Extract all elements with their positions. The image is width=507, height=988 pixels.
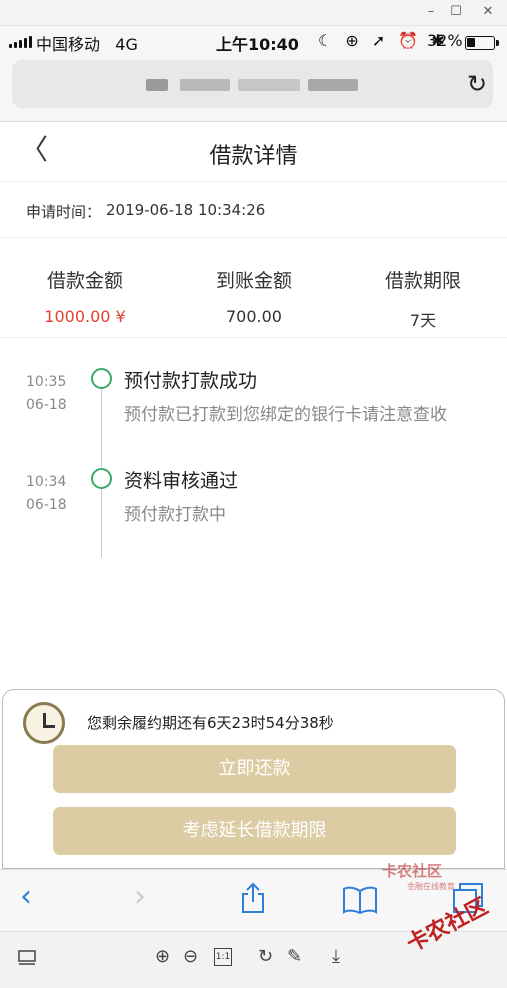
- timeline-date: 06-18: [26, 497, 67, 513]
- repayment-panel: 您剩余履约期还有6天23时54分38秒 立即还款 考虑延长借款期限: [2, 689, 505, 869]
- blurred-url-segment: [308, 79, 358, 91]
- battery-icon: [465, 36, 499, 50]
- bookmarks-icon[interactable]: [342, 886, 378, 914]
- sidebar-icon[interactable]: [18, 950, 36, 966]
- pencil-icon[interactable]: ✎: [287, 946, 302, 968]
- loan-amount: 借款金额 1000.00 ¥: [5, 266, 165, 326]
- zoom-out-icon[interactable]: ⊖: [183, 946, 198, 968]
- status-time: 上午10:40: [216, 35, 299, 54]
- close-button[interactable]: ✕: [479, 3, 497, 21]
- timeline-title: 资料审核通过: [124, 470, 239, 492]
- apply-time-label: 申请时间：: [26, 203, 102, 221]
- browser-back-icon[interactable]: ‹: [20, 880, 32, 914]
- repay-now-button[interactable]: 立即还款: [53, 745, 456, 793]
- download-icon[interactable]: ⤓: [332, 946, 340, 968]
- timeline-date: 06-18: [26, 397, 67, 413]
- progress-timeline: 10:35 06-18 预付款打款成功 预付款已打款到您绑定的银行卡请注意查收 …: [0, 338, 507, 578]
- timeline-desc: 预付款打款中: [124, 505, 226, 525]
- url-bar-area: ↻: [0, 56, 507, 122]
- rotate-icon[interactable]: ↻: [258, 946, 273, 968]
- timeline-title: 预付款打款成功: [124, 370, 258, 392]
- battery-percent: 32%: [427, 31, 463, 50]
- battery-fill: [467, 38, 475, 47]
- carrier-label: 中国移动 4G: [36, 35, 138, 54]
- blurred-url-segment: [238, 79, 300, 91]
- loan-term: 借款期限 7天: [343, 266, 503, 331]
- maximize-button[interactable]: ☐: [447, 3, 465, 21]
- browser-forward-icon[interactable]: ›: [134, 880, 146, 914]
- timeline-dot-icon: [91, 368, 112, 389]
- blurred-url-segment: [180, 79, 230, 91]
- clock-icon: [23, 702, 65, 744]
- page-header: 〈 借款详情: [0, 122, 507, 182]
- received-amount-value: 700.00: [226, 307, 282, 326]
- actual-size-button[interactable]: 1:1: [214, 948, 232, 966]
- timeline-desc: 预付款已打款到您绑定的银行卡请注意查收: [124, 405, 447, 425]
- amount-summary: 借款金额 1000.00 ¥ 到账金额 700.00 借款期限 7天: [0, 238, 507, 338]
- received-amount-label: 到账金额: [215, 270, 292, 292]
- loan-amount-label: 借款金额: [46, 270, 123, 292]
- minimize-button[interactable]: –: [422, 3, 440, 21]
- blurred-url-segment: [146, 79, 168, 91]
- apply-time-row: 申请时间： 2019-06-18 10:34:26: [0, 182, 507, 238]
- watermark-subtitle: 金融在线教育: [407, 882, 455, 891]
- loan-term-label: 借款期限: [384, 270, 461, 292]
- loan-amount-value: 1000.00 ¥: [44, 307, 126, 326]
- reload-icon[interactable]: ↻: [467, 72, 487, 96]
- loan-term-value: 7天: [409, 311, 437, 330]
- url-field[interactable]: ↻: [12, 60, 493, 108]
- apply-time-value: 2019-06-18 10:34:26: [106, 201, 266, 219]
- extend-term-button[interactable]: 考虑延长借款期限: [53, 807, 456, 855]
- page-title: 借款详情: [209, 144, 298, 169]
- countdown-text: 您剩余履约期还有6天23时54分38秒: [87, 714, 334, 732]
- zoom-in-icon[interactable]: ⊕: [155, 946, 170, 968]
- window-titlebar: – ☐ ✕: [0, 0, 507, 26]
- watermark-logo: 卡农社区: [382, 862, 443, 880]
- status-bar: 中国移动 4G 上午10:40 ☾ ⊕ ➚ ⏰ ✱ 32%: [0, 26, 507, 56]
- share-icon[interactable]: [240, 882, 266, 914]
- received-amount: 到账金额 700.00: [174, 266, 334, 326]
- timeline-dot-icon: [91, 468, 112, 489]
